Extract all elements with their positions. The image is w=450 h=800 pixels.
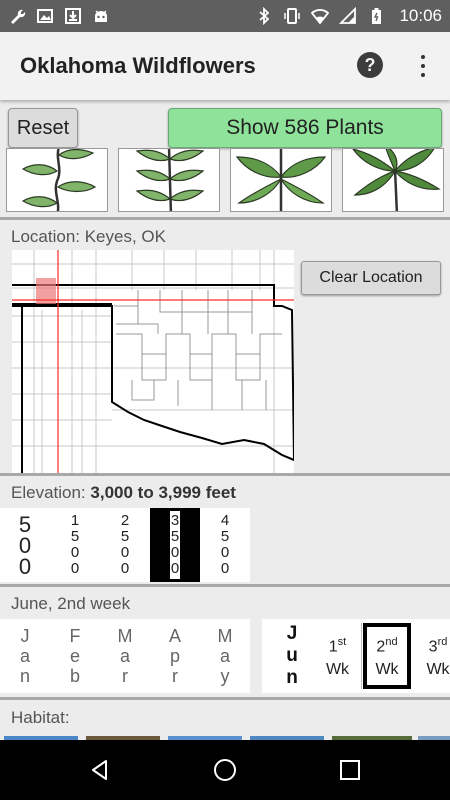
month-option-jan[interactable]: J a n: [0, 621, 50, 691]
leaf-option-palmate[interactable]: [342, 148, 444, 212]
current-month-jun: J u n: [286, 623, 298, 688]
status-time: 10:06: [399, 6, 442, 25]
week-option-3rd[interactable]: 3rd Wk: [414, 623, 450, 689]
help-button[interactable]: ?: [357, 52, 383, 78]
date-label: June, 2nd week: [11, 594, 131, 613]
leaf-option-opposite[interactable]: [118, 148, 220, 212]
month-option-apr[interactable]: A p r: [150, 621, 200, 691]
image-icon: [36, 7, 54, 25]
section-divider: [0, 584, 450, 587]
home-icon[interactable]: [209, 754, 241, 786]
opposite-leaves-icon: [135, 149, 205, 211]
overflow-menu-icon[interactable]: [414, 52, 432, 80]
reset-button[interactable]: Reset: [8, 108, 78, 148]
habitat-label: Habitat:: [11, 708, 70, 727]
download-icon: [64, 7, 82, 25]
month-picker: J a n F e b M a r A p r M a y: [0, 619, 250, 693]
month-option-feb[interactable]: F e b: [50, 621, 100, 691]
app-title: Oklahoma Wildflowers: [20, 53, 256, 78]
leaf-arrangement-row: [0, 148, 450, 212]
elevation-label: Elevation: 3,000 to 3,999 feet: [11, 483, 236, 502]
month-option-mar[interactable]: M a r: [100, 621, 150, 691]
elevation-value: 3,000 to 3,999 feet: [90, 483, 236, 502]
signal-icon: [339, 7, 357, 25]
elevation-picker: 5 0 0 1 5 0 0 2 5 0 0 3 5 0 0 4 5 0 0: [0, 508, 250, 582]
android-icon: [92, 7, 110, 25]
section-divider: [0, 697, 450, 700]
alternate-leaves-icon: [21, 149, 97, 211]
app-bar: Oklahoma Wildflowers ?: [0, 32, 450, 100]
elevation-option[interactable]: 5 0 0: [0, 508, 50, 582]
elevation-option-selected[interactable]: 3 5 0 0: [150, 508, 200, 582]
clear-location-button[interactable]: Clear Location: [301, 261, 441, 295]
palmate-leaves-icon: [352, 149, 441, 211]
elevation-option[interactable]: 4 5 0 0: [200, 508, 250, 582]
week-option-1st[interactable]: 1st Wk: [314, 623, 362, 689]
whorled-leaves-icon: [235, 149, 327, 211]
help-icon: ?: [364, 54, 376, 75]
location-label: Location: Keyes, OK: [11, 227, 166, 246]
week-option-2nd-selected[interactable]: 2nd Wk: [363, 623, 411, 689]
section-divider: [0, 217, 450, 220]
battery-icon: [367, 7, 385, 25]
section-divider: [0, 473, 450, 476]
month-option-may[interactable]: M a y: [200, 621, 250, 691]
back-icon[interactable]: [84, 754, 116, 786]
status-bar: 10:06: [0, 0, 450, 32]
elevation-option[interactable]: 1 5 0 0: [50, 508, 100, 582]
show-plants-button[interactable]: Show 586 Plants: [168, 108, 442, 148]
wrench-icon: [8, 7, 26, 25]
leaf-option-alternate[interactable]: [6, 148, 108, 212]
leaf-option-whorled[interactable]: [230, 148, 332, 212]
location-map[interactable]: [12, 250, 294, 474]
oklahoma-county-map: [12, 250, 294, 474]
week-picker: J u n 1st Wk 2nd Wk 3rd Wk: [262, 619, 450, 693]
bluetooth-icon: [255, 7, 273, 25]
recents-icon[interactable]: [334, 754, 366, 786]
vibrate-icon: [283, 7, 301, 25]
wifi-icon: [311, 7, 330, 25]
navigation-bar: [0, 740, 450, 800]
elevation-option[interactable]: 2 5 0 0: [100, 508, 150, 582]
